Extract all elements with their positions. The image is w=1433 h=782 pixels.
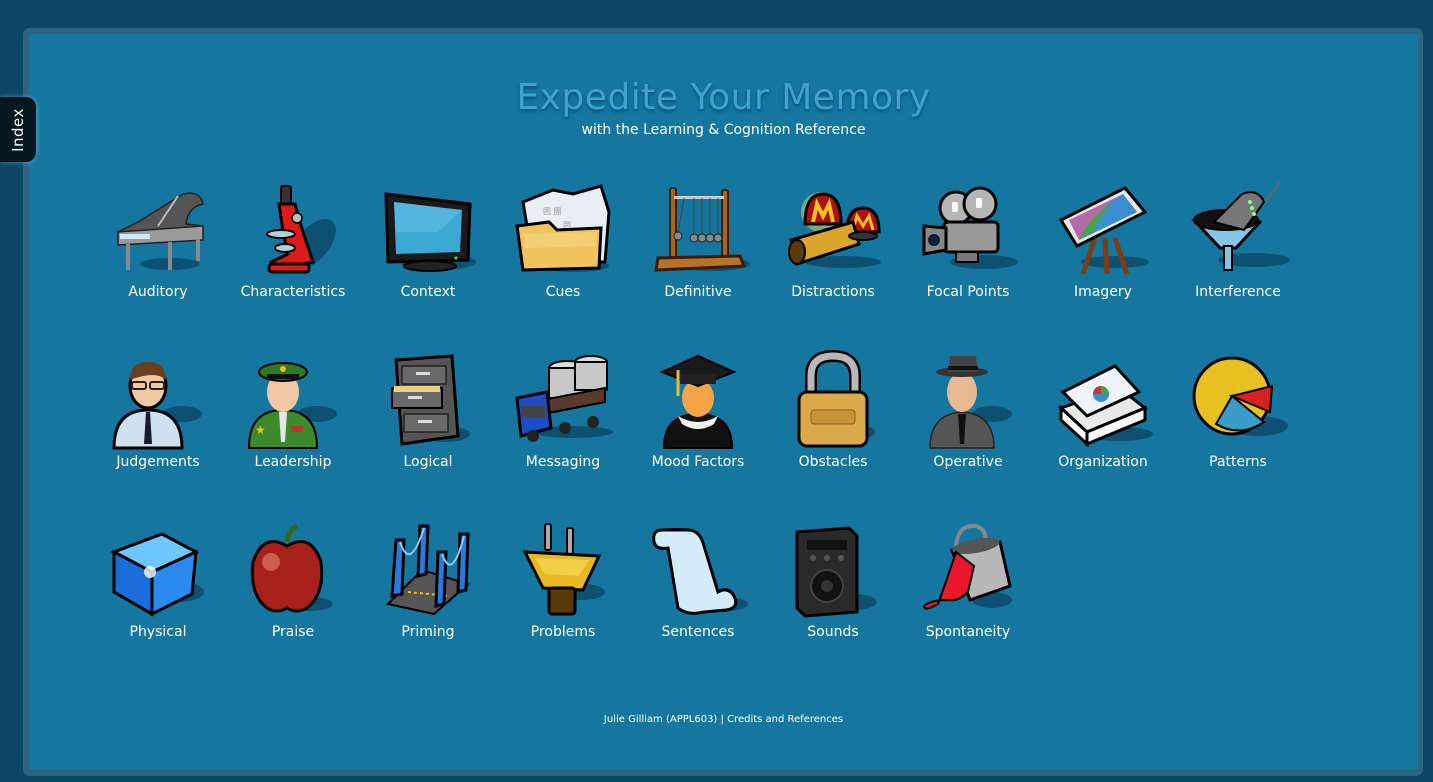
topic-physical[interactable]: Physical xyxy=(98,522,218,652)
movie-camera-icon[interactable] xyxy=(918,182,1018,280)
footer-separator: | xyxy=(717,714,728,725)
bridge-icon[interactable] xyxy=(378,522,478,620)
microscope-icon[interactable] xyxy=(243,182,343,280)
funnel-icon[interactable] xyxy=(1188,181,1290,280)
topic-auditory[interactable]: Auditory xyxy=(98,182,218,312)
index-tab[interactable]: Index xyxy=(0,97,36,162)
paint-bucket-icon[interactable] xyxy=(918,522,1018,620)
credits-link[interactable]: Credits and References xyxy=(727,714,843,725)
topic-mood-factors[interactable]: Mood Factors xyxy=(638,352,758,482)
newtons-cradle-icon[interactable] xyxy=(648,182,750,280)
topic-organization[interactable]: Organization xyxy=(1043,352,1163,482)
topic-label[interactable]: Interference xyxy=(1158,284,1318,300)
detective-icon[interactable] xyxy=(918,352,1018,450)
index-tab-label: Index xyxy=(9,107,28,152)
alarm-siren-icon[interactable] xyxy=(783,182,883,280)
filing-cabinet-icon[interactable] xyxy=(378,352,478,450)
folder-icon[interactable]: 囲 團 囲 xyxy=(513,182,613,280)
topic-praise[interactable]: Praise xyxy=(233,522,353,652)
speaker-icon[interactable] xyxy=(783,522,883,620)
graduate-icon[interactable] xyxy=(648,352,748,450)
topic-imagery[interactable]: Imagery xyxy=(1043,182,1163,312)
topic-distractions[interactable]: Distractions xyxy=(773,182,893,312)
topic-label[interactable]: Patterns xyxy=(1158,454,1318,470)
topic-context[interactable]: Context xyxy=(368,182,488,312)
topic-leadership[interactable]: ★ Leadership xyxy=(233,352,353,482)
topic-spontaneity[interactable]: Spontaneity xyxy=(908,522,1028,652)
topic-cues[interactable]: 囲 團 囲 Cues xyxy=(503,182,623,312)
apple-icon[interactable] xyxy=(243,522,343,620)
topic-obstacles[interactable]: Obstacles xyxy=(773,349,893,482)
scroll-icon[interactable] xyxy=(648,522,748,620)
officer-icon[interactable]: ★ xyxy=(243,352,343,450)
topic-patterns[interactable]: Patterns xyxy=(1178,352,1298,482)
topic-operative[interactable]: Operative xyxy=(908,352,1028,482)
topic-judgements[interactable]: Judgements xyxy=(98,352,218,482)
topic-grid: Auditory Characteristics Context 囲 團 囲 C… xyxy=(29,34,1418,770)
main-stage: Expedite Your Memory with the Learning &… xyxy=(29,34,1418,770)
grand-piano-icon[interactable] xyxy=(108,182,208,280)
monitor-icon[interactable] xyxy=(378,182,478,280)
topic-problems[interactable]: Problems xyxy=(503,522,623,652)
footer-author: Julie Gilliam (APPL603) xyxy=(603,714,718,725)
businessman-icon[interactable] xyxy=(108,352,208,450)
topic-definitive[interactable]: Definitive xyxy=(638,182,758,312)
easel-icon[interactable] xyxy=(1053,182,1153,280)
cube-icon[interactable] xyxy=(108,522,208,620)
svg-text:★: ★ xyxy=(255,423,266,437)
power-plug-icon[interactable] xyxy=(513,522,613,620)
topic-focal-points[interactable]: Focal Points xyxy=(908,182,1028,312)
topic-interference[interactable]: Interference xyxy=(1178,181,1298,312)
document-stack-icon[interactable] xyxy=(1053,352,1153,450)
topic-priming[interactable]: Priming xyxy=(368,522,488,652)
delivery-truck-icon[interactable] xyxy=(513,352,613,450)
topic-logical[interactable]: Logical xyxy=(368,352,488,482)
footer: Julie Gilliam (APPL603) | Credits and Re… xyxy=(29,714,1418,725)
topic-characteristics[interactable]: Characteristics xyxy=(233,182,353,312)
topic-sounds[interactable]: Sounds xyxy=(773,522,893,652)
topic-label[interactable]: Spontaneity xyxy=(888,624,1048,640)
topic-sentences[interactable]: Sentences xyxy=(638,522,758,652)
padlock-icon[interactable] xyxy=(783,349,883,450)
topic-messaging[interactable]: Messaging xyxy=(503,352,623,482)
svg-text:囲 團: 囲 團 xyxy=(543,207,562,216)
pie-chart-icon[interactable] xyxy=(1188,352,1288,450)
